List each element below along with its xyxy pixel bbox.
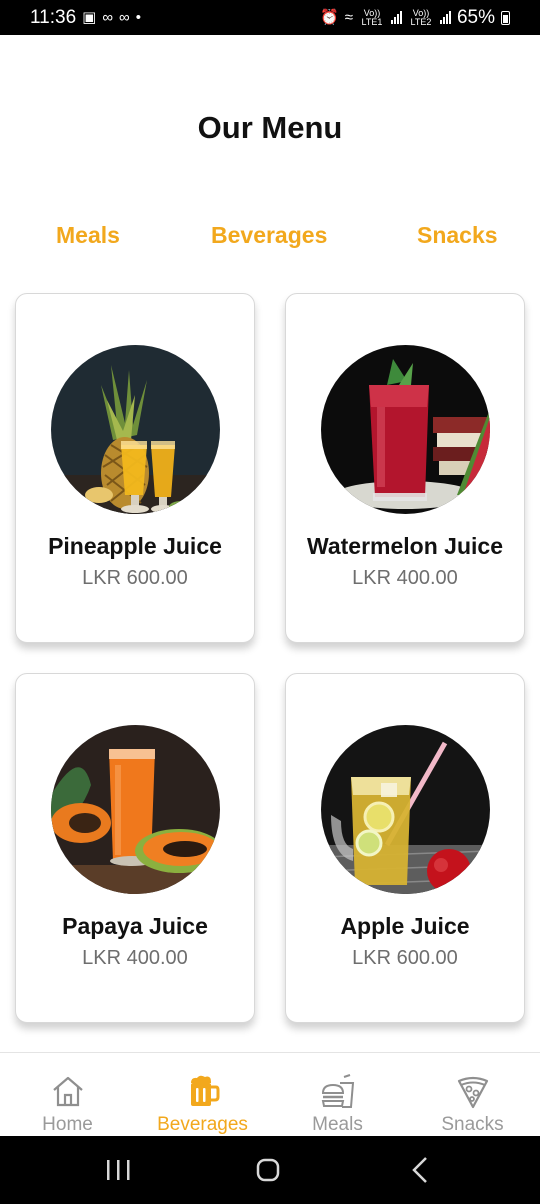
bottom-navigation: Home Beverages Meals Snacks	[0, 1052, 540, 1136]
battery-icon	[501, 10, 510, 25]
nav-item-meals[interactable]: Meals	[270, 1053, 405, 1137]
nav-item-home[interactable]: Home	[0, 1053, 135, 1137]
pineapple-juice-image	[51, 345, 220, 514]
sim1-label: Vo)) LTE1	[361, 7, 383, 27]
wifi-icon: ≈	[344, 9, 353, 26]
app-notification-icon: ∞	[102, 9, 114, 26]
nav-label-snacks: Snacks	[441, 1114, 504, 1135]
back-icon[interactable]	[400, 1152, 440, 1188]
status-bar: 11:36 ▣ ∞ ∞ • ⏰ ≈ Vo)) LTE1 Vo)) LTE2 65…	[0, 0, 540, 35]
menu-item-card[interactable]: Watermelon Juice LKR 400.00	[285, 293, 525, 643]
signal-1-icon	[390, 11, 402, 24]
apple-juice-image	[321, 725, 490, 894]
battery-percent: 65%	[456, 6, 495, 28]
menu-item-price: LKR 600.00	[352, 947, 458, 969]
menu-item-name: Pineapple Juice	[48, 533, 222, 559]
nav-item-beverages[interactable]: Beverages	[135, 1053, 270, 1137]
signal-2-icon	[439, 11, 451, 24]
category-tab-snacks[interactable]: Snacks	[417, 222, 498, 249]
home-button-icon[interactable]	[248, 1152, 288, 1188]
system-navigation-bar	[0, 1136, 540, 1204]
more-notifications-dot-icon: •	[135, 9, 141, 26]
sim2-label: Vo)) LTE2	[410, 7, 432, 27]
recent-apps-icon[interactable]	[98, 1152, 138, 1188]
menu-item-name: Apple Juice	[340, 913, 470, 939]
menu-item-price: LKR 400.00	[352, 567, 458, 589]
nav-item-snacks[interactable]: Snacks	[405, 1053, 540, 1137]
papaya-juice-image	[51, 725, 220, 894]
home-icon	[52, 1076, 83, 1107]
page-title: Our Menu	[197, 110, 343, 145]
menu-item-card[interactable]: Pineapple Juice LKR 600.00	[15, 293, 255, 643]
nav-label-beverages: Beverages	[157, 1114, 248, 1135]
status-time: 11:36	[30, 6, 77, 28]
nav-label-meals: Meals	[312, 1114, 363, 1135]
status-left: 11:36 ▣ ∞ ∞ •	[30, 7, 141, 29]
app-notification-icon-2: ∞	[119, 9, 130, 26]
menu-item-price: LKR 600.00	[82, 567, 188, 589]
gallery-notification-icon: ▣	[82, 9, 97, 26]
category-tabs: Meals Beverages Snacks	[0, 222, 540, 258]
category-tab-meals[interactable]: Meals	[56, 222, 120, 249]
alarm-icon: ⏰	[320, 9, 339, 26]
beer-mug-icon	[190, 1075, 219, 1106]
status-right: ⏰ ≈ Vo)) LTE1 Vo)) LTE2 65%	[320, 7, 510, 29]
watermelon-juice-image	[321, 345, 490, 514]
pizza-slice-icon	[457, 1076, 488, 1109]
category-tab-beverages[interactable]: Beverages	[211, 222, 327, 249]
menu-item-price: LKR 400.00	[82, 947, 188, 969]
burger-drink-icon	[321, 1074, 354, 1108]
nav-label-home: Home	[42, 1114, 93, 1135]
menu-item-name: Watermelon Juice	[307, 533, 503, 559]
menu-item-card[interactable]: Apple Juice LKR 600.00	[285, 673, 525, 1023]
menu-item-card[interactable]: Papaya Juice LKR 400.00	[15, 673, 255, 1023]
menu-item-name: Papaya Juice	[62, 913, 208, 939]
